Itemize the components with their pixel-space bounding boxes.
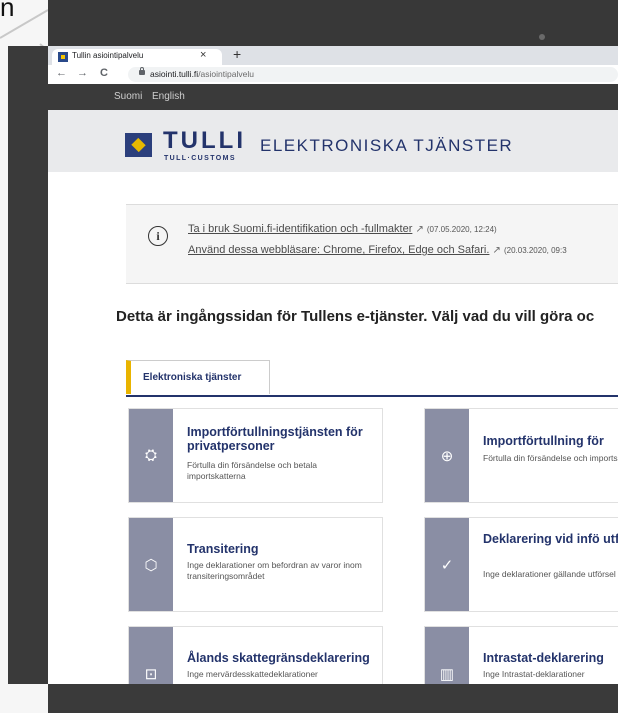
browser-tab-bar: Tullin asiointipalvelu × +	[48, 46, 618, 65]
card-title: Importförtullning för	[483, 434, 604, 448]
laptop-bezel-left	[8, 46, 48, 684]
tab-label: Elektroniska tjänster	[143, 372, 242, 383]
service-card-transit[interactable]: ⬡ Transitering Inge deklarationer om bef…	[128, 517, 383, 612]
external-link-icon: ↗	[492, 245, 501, 256]
card-title: Deklarering vid infö utförsel	[483, 532, 618, 546]
service-card-import-private[interactable]: ⛭ Importförtullningstjänsten för privatp…	[128, 408, 383, 503]
new-tab-button[interactable]: +	[233, 47, 241, 61]
back-icon[interactable]: ←	[56, 67, 67, 79]
reload-icon[interactable]: C	[100, 67, 108, 79]
service-card-aland[interactable]: ⊡ Ålands skattegränsdeklarering Inge mer…	[128, 626, 383, 684]
intro-heading: Detta är ingångssidan för Tullens e-tjän…	[116, 308, 595, 325]
service-card-intrastat[interactable]: ▥ Intrastat-deklarering Inge Intrastat-d…	[424, 626, 618, 684]
browser-tab[interactable]: Tullin asiointipalvelu ×	[52, 49, 222, 65]
external-link-icon: ↗	[415, 224, 424, 235]
corner-text: n	[0, 0, 15, 22]
camera-dot	[539, 34, 545, 40]
card-title: Transitering	[187, 542, 259, 556]
bar-chart-icon: ▥	[425, 627, 469, 684]
transit-box-icon: ⬡	[129, 518, 173, 611]
info-icon: i	[148, 226, 168, 246]
service-card-import-export-declaration[interactable]: ✓ Deklarering vid infö utförsel Inge dek…	[424, 517, 618, 612]
address-bar: ← → C asiointi.tulli.fi/asiointipalvelu	[48, 65, 618, 85]
site-header: TULLI TULL·CUSTOMS ELEKTRONISKA TJÄNSTER	[48, 110, 618, 172]
browser-screen: Tullin asiointipalvelu × + ← → C asioint…	[48, 46, 618, 684]
language-suomi-link[interactable]: Suomi	[114, 91, 142, 102]
laptop-bezel-top	[48, 0, 618, 46]
card-description: Inge deklarationer gällande utförsel av …	[483, 569, 618, 579]
notice-box: i Ta i bruk Suomi.fi-identifikation och …	[126, 204, 618, 284]
notice-item-1: Ta i bruk Suomi.fi-identifikation och -f…	[188, 223, 497, 235]
logo-subtext: TULL·CUSTOMS	[164, 155, 236, 162]
laptop-bezel-bottom	[48, 684, 618, 713]
url-field[interactable]: asiointi.tulli.fi/asiointipalvelu	[128, 67, 618, 82]
url-path: /asiointipalvelu	[198, 69, 254, 79]
card-title: Intrastat-deklarering	[483, 651, 604, 665]
notice-link-browsers[interactable]: Använd dessa webbläsare: Chrome, Firefox…	[188, 244, 489, 256]
notice-date: (20.03.2020, 09:3	[503, 246, 567, 255]
card-title: Importförtullningstjänsten för privatper…	[187, 425, 363, 453]
person-parcel-icon: ⛭	[129, 409, 173, 502]
notice-link-suomifi[interactable]: Ta i bruk Suomi.fi-identifikation och -f…	[188, 223, 412, 235]
forward-icon[interactable]: →	[77, 67, 88, 79]
card-description: Förtulla din försändelse och betala impo…	[187, 460, 317, 481]
tulli-favicon-icon	[58, 52, 68, 62]
lock-icon	[139, 67, 145, 75]
tab-title: Tullin asiointipalvelu	[72, 51, 144, 60]
card-description: Förtulla din försändelse och importskatt…	[483, 453, 618, 463]
notice-item-2: Använd dessa webbläsare: Chrome, Firefox…	[188, 244, 567, 256]
services-tabs: Elektroniska tjänster	[126, 360, 618, 397]
tab-electronic-services[interactable]: Elektroniska tjänster	[126, 360, 270, 394]
url-text: asiointi.tulli.fi/asiointipalvelu	[150, 69, 254, 79]
language-bar: Suomi English	[48, 84, 618, 110]
card-description: Inge deklarationer om befordran av varor…	[187, 560, 362, 581]
logo-text[interactable]: TULLI	[163, 127, 246, 155]
card-title: Ålands skattegränsdeklarering	[187, 651, 370, 665]
tab-close-icon[interactable]: ×	[200, 49, 206, 61]
card-description: Inge mervärdesskattedeklarationer	[187, 669, 318, 679]
page-title: ELEKTRONISKA TJÄNSTER	[260, 136, 514, 155]
card-description: Inge Intrastat-deklarationer	[483, 669, 585, 679]
tulli-emblem-icon[interactable]	[125, 133, 152, 157]
check-shield-icon: ✓	[425, 518, 469, 611]
service-card-import-business[interactable]: ⊕ Importförtullning för Förtulla din för…	[424, 408, 618, 503]
box-plus-icon: ⊕	[425, 409, 469, 502]
aland-box-icon: ⊡	[129, 627, 173, 684]
notice-date: (07.05.2020, 12:24)	[426, 225, 497, 234]
url-host: asiointi.tulli.fi	[150, 69, 199, 79]
language-english-link[interactable]: English	[152, 91, 185, 102]
